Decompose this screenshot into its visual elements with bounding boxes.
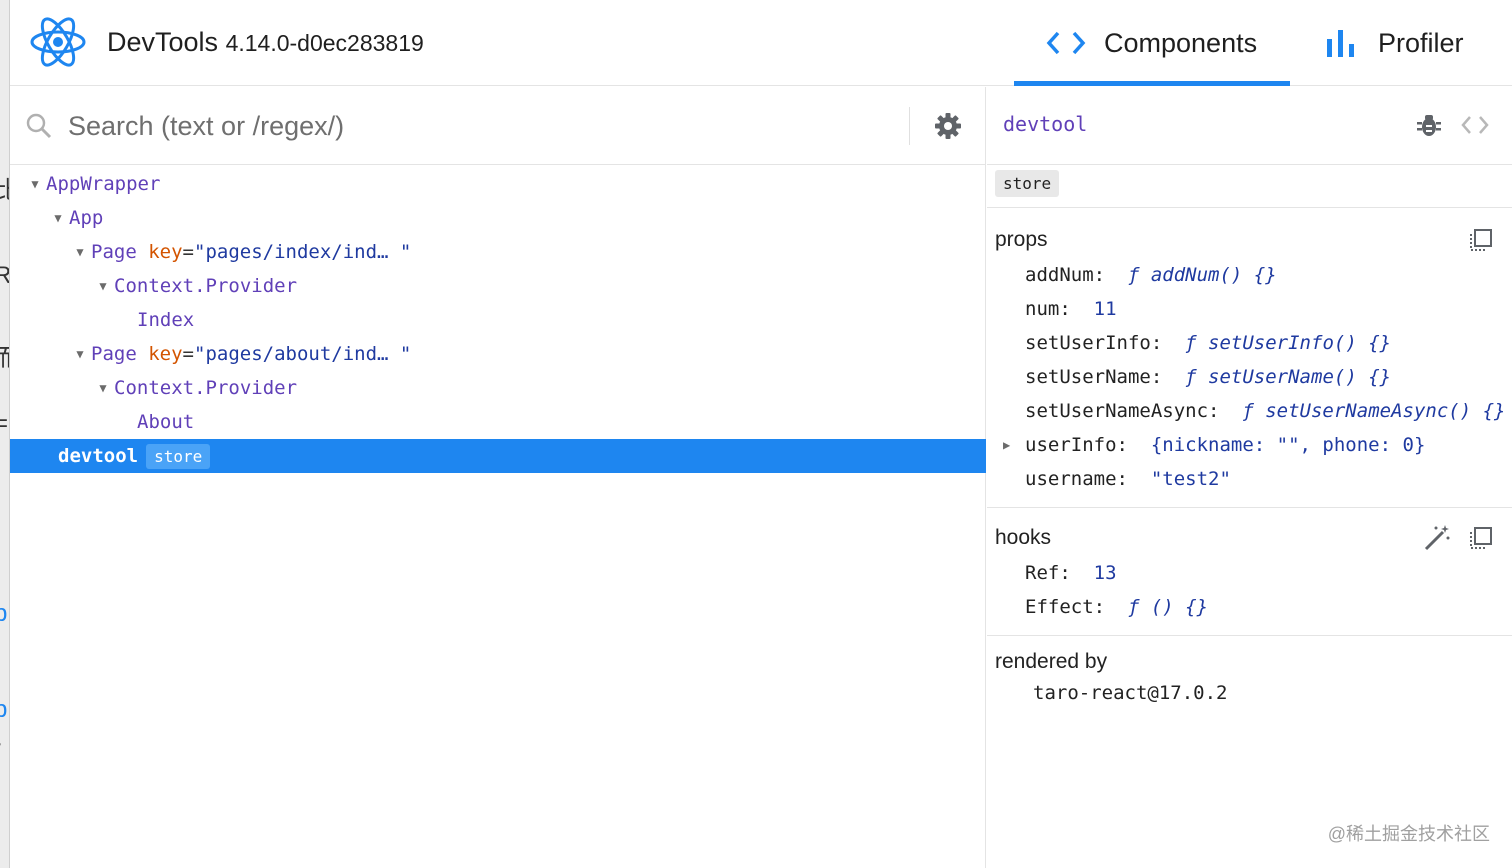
hoc-badges: store: [987, 166, 1512, 208]
tab-components[interactable]: Components: [1014, 0, 1290, 86]
magic-wand-icon[interactable]: [1423, 524, 1451, 552]
tab-profiler-label: Profiler: [1378, 27, 1464, 58]
expand-arrow-icon[interactable]: ▶: [1003, 438, 1010, 452]
prop-row[interactable]: setUserNameAsync: ƒ setUserNameAsync() {…: [1025, 400, 1505, 422]
tree-row-index[interactable]: Index: [10, 303, 986, 337]
tree-row-key-label: key: [148, 343, 183, 365]
renderer-value: taro-react@17.0.2: [1033, 682, 1228, 704]
tree-row-page-index[interactable]: ▼ Page key = "pages/index/ind… ": [10, 235, 986, 269]
expand-arrow-icon[interactable]: ▼: [47, 211, 69, 225]
bug-icon[interactable]: [1417, 112, 1441, 138]
tree-row-appwrapper[interactable]: ▼ AppWrapper: [10, 167, 986, 201]
expand-arrow-icon[interactable]: ▼: [69, 347, 91, 361]
tree-row-key-value: "pages/index/ind… ": [194, 241, 412, 263]
hoc-badge: store: [146, 443, 211, 469]
prop-row[interactable]: num: 11: [1025, 298, 1117, 320]
hooks-section: hooks Ref: 13 Effect: ƒ () {}: [987, 508, 1512, 636]
search-icon: [26, 113, 52, 139]
hooks-title: hooks: [995, 526, 1052, 549]
tree-row-name: AppWrapper: [46, 173, 161, 195]
bar-chart-icon: [1327, 30, 1354, 57]
hoc-badge: store: [995, 170, 1060, 197]
tree-row-name: Page: [91, 241, 137, 263]
prop-row[interactable]: username: "test2": [1025, 468, 1231, 490]
search-bar: [10, 87, 986, 165]
tree-row-context-provider[interactable]: ▼ Context.Provider: [10, 371, 986, 405]
prop-row-expandable[interactable]: ▶ userInfo: {nickname: "", phone: 0}: [1003, 434, 1425, 456]
tab-components-label: Components: [1104, 27, 1258, 58]
tree-row-context-provider[interactable]: ▼ Context.Provider: [10, 269, 986, 303]
component-tree: ▼ AppWrapper ▼ App ▼ Page key = "pages/ind…: [10, 167, 986, 473]
inspector-panel: devtool store props addNum: ƒ addNum() {…: [987, 87, 1512, 868]
app-name: DevTools: [107, 27, 219, 57]
rendered-by-section: rendered by taro-react@17.0.2: [987, 637, 1512, 757]
selected-component-name: devtool: [1003, 112, 1088, 136]
tree-row-page-about[interactable]: ▼ Page key = "pages/about/ind… ": [10, 337, 986, 371]
tree-row-app[interactable]: ▼ App: [10, 201, 986, 235]
tree-row-name: About: [137, 411, 195, 433]
expand-arrow-icon[interactable]: ▼: [92, 279, 114, 293]
app-version: 4.14.0-d0ec283819: [225, 30, 424, 56]
app-title: DevTools 4.14.0-d0ec283819: [107, 27, 424, 58]
code-brackets-icon: [1046, 31, 1086, 55]
hook-row[interactable]: Ref: 13: [1025, 562, 1117, 584]
devtools-header: DevTools 4.14.0-d0ec283819 Components Pr…: [10, 0, 1512, 86]
prop-row[interactable]: setUserInfo: ƒ setUserInfo() {}: [1025, 332, 1391, 354]
expand-arrow-icon[interactable]: ▼: [92, 381, 114, 395]
search-input[interactable]: [68, 105, 888, 147]
gear-icon[interactable]: [934, 112, 962, 140]
expand-arrow-icon[interactable]: ▼: [69, 245, 91, 259]
rendered-by-title: rendered by: [995, 650, 1108, 673]
tree-row-devtool-selected[interactable]: devtool store: [10, 439, 986, 473]
tree-row-name: Context.Provider: [114, 275, 298, 297]
tab-profiler[interactable]: Profiler: [1326, 0, 1512, 86]
search-divider: [909, 107, 910, 145]
props-title: props: [995, 228, 1048, 251]
tree-row-key-value: "pages/about/ind… ": [194, 343, 412, 365]
background-window-edge: 比 R 而 = p p / ;: [0, 0, 10, 868]
hook-row[interactable]: Effect: ƒ () {}: [1025, 596, 1208, 618]
tree-row-name: devtool: [58, 445, 139, 467]
expand-arrow-icon[interactable]: ▼: [24, 177, 46, 191]
tree-row-name: App: [69, 207, 104, 229]
component-tree-panel: ▼ AppWrapper ▼ App ▼ Page key="pages/ind…: [10, 87, 986, 868]
selected-element-header: devtool: [987, 87, 1512, 165]
watermark: @稀土掘金技术社区: [1327, 824, 1490, 844]
tree-row-key-label: key: [148, 241, 183, 263]
react-logo-icon: [30, 17, 86, 67]
copy-icon[interactable]: [1469, 228, 1493, 252]
tree-row-name: Context.Provider: [114, 377, 298, 399]
copy-icon[interactable]: [1469, 526, 1493, 550]
view-source-icon[interactable]: [1461, 115, 1489, 135]
prop-row[interactable]: setUserName: ƒ setUserName() {}: [1025, 366, 1391, 388]
props-section: props addNum: ƒ addNum() {} num: 11 setU…: [987, 208, 1512, 508]
tree-row-name: Index: [137, 309, 195, 331]
tree-row-name: Page: [91, 343, 137, 365]
tree-row-about[interactable]: About: [10, 405, 986, 439]
prop-row[interactable]: addNum: ƒ addNum() {}: [1025, 264, 1277, 286]
